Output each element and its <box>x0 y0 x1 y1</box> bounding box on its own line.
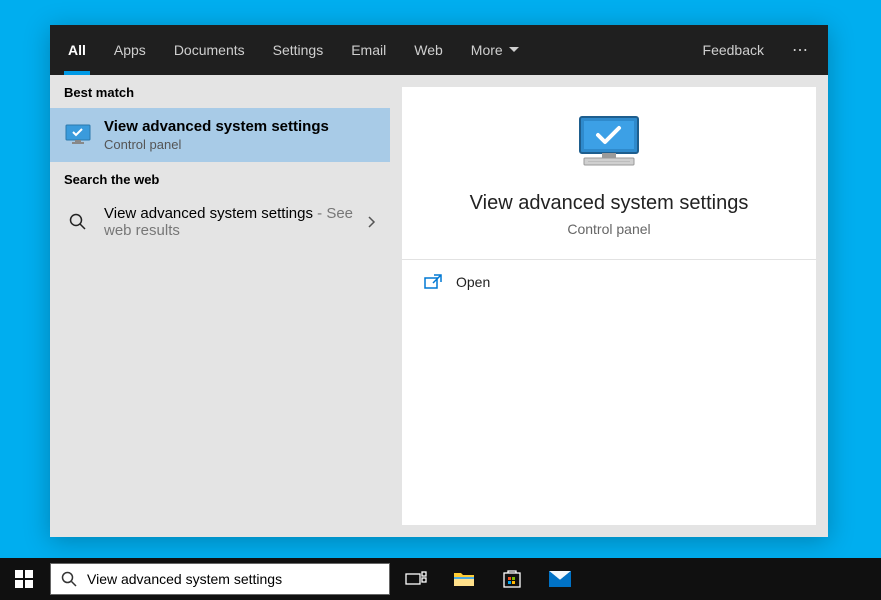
preview-pane: View advanced system settings Control pa… <box>402 87 816 525</box>
tab-documents[interactable]: Documents <box>160 25 259 75</box>
results-list: Best match View advanced system settings… <box>50 75 390 537</box>
preview-subtitle: Control panel <box>422 221 796 237</box>
feedback-label: Feedback <box>703 42 764 58</box>
web-result-title-text: View advanced system settings <box>104 205 313 222</box>
tab-web[interactable]: Web <box>400 25 457 75</box>
tab-apps-label: Apps <box>114 42 146 58</box>
task-view-button[interactable] <box>392 558 440 600</box>
tab-more-label: More <box>471 42 503 58</box>
search-input[interactable] <box>87 571 389 587</box>
microsoft-store-button[interactable] <box>488 558 536 600</box>
search-tabs: All Apps Documents Settings Email Web Mo… <box>50 25 828 75</box>
search-icon <box>51 571 87 587</box>
taskbar <box>0 558 881 600</box>
tab-all[interactable]: All <box>54 25 100 75</box>
chevron-down-icon <box>509 47 519 53</box>
tab-documents-label: Documents <box>174 42 245 58</box>
chevron-right-icon <box>368 216 376 228</box>
web-result-title: View advanced system settings - See web … <box>104 205 356 239</box>
search-body: Best match View advanced system settings… <box>50 75 828 537</box>
best-match-title: View advanced system settings <box>104 118 376 135</box>
ellipsis-icon[interactable]: ⋯ <box>778 40 824 60</box>
preview-title: View advanced system settings <box>422 192 796 215</box>
tab-more[interactable]: More <box>457 25 533 75</box>
best-match-result[interactable]: View advanced system settings Control pa… <box>50 108 390 162</box>
best-match-header: Best match <box>50 75 390 108</box>
open-icon <box>424 274 442 290</box>
open-label: Open <box>456 274 490 290</box>
search-icon <box>64 208 92 236</box>
monitor-icon <box>64 121 92 149</box>
mail-button[interactable] <box>536 558 584 600</box>
open-action[interactable]: Open <box>402 260 816 304</box>
taskbar-search[interactable] <box>50 563 390 595</box>
monitor-large-icon <box>574 115 644 169</box>
web-header: Search the web <box>50 162 390 195</box>
tab-all-label: All <box>68 42 86 58</box>
tab-settings-label: Settings <box>273 42 324 58</box>
tab-email-label: Email <box>351 42 386 58</box>
tab-apps[interactable]: Apps <box>100 25 160 75</box>
search-panel: All Apps Documents Settings Email Web Mo… <box>50 25 828 537</box>
tab-email[interactable]: Email <box>337 25 400 75</box>
best-match-subtitle: Control panel <box>104 137 376 152</box>
file-explorer-button[interactable] <box>440 558 488 600</box>
feedback-link[interactable]: Feedback <box>689 42 778 58</box>
tab-settings[interactable]: Settings <box>259 25 338 75</box>
start-button[interactable] <box>0 558 48 600</box>
tab-web-label: Web <box>414 42 443 58</box>
preview-header: View advanced system settings Control pa… <box>402 87 816 259</box>
web-result[interactable]: View advanced system settings - See web … <box>50 195 390 249</box>
